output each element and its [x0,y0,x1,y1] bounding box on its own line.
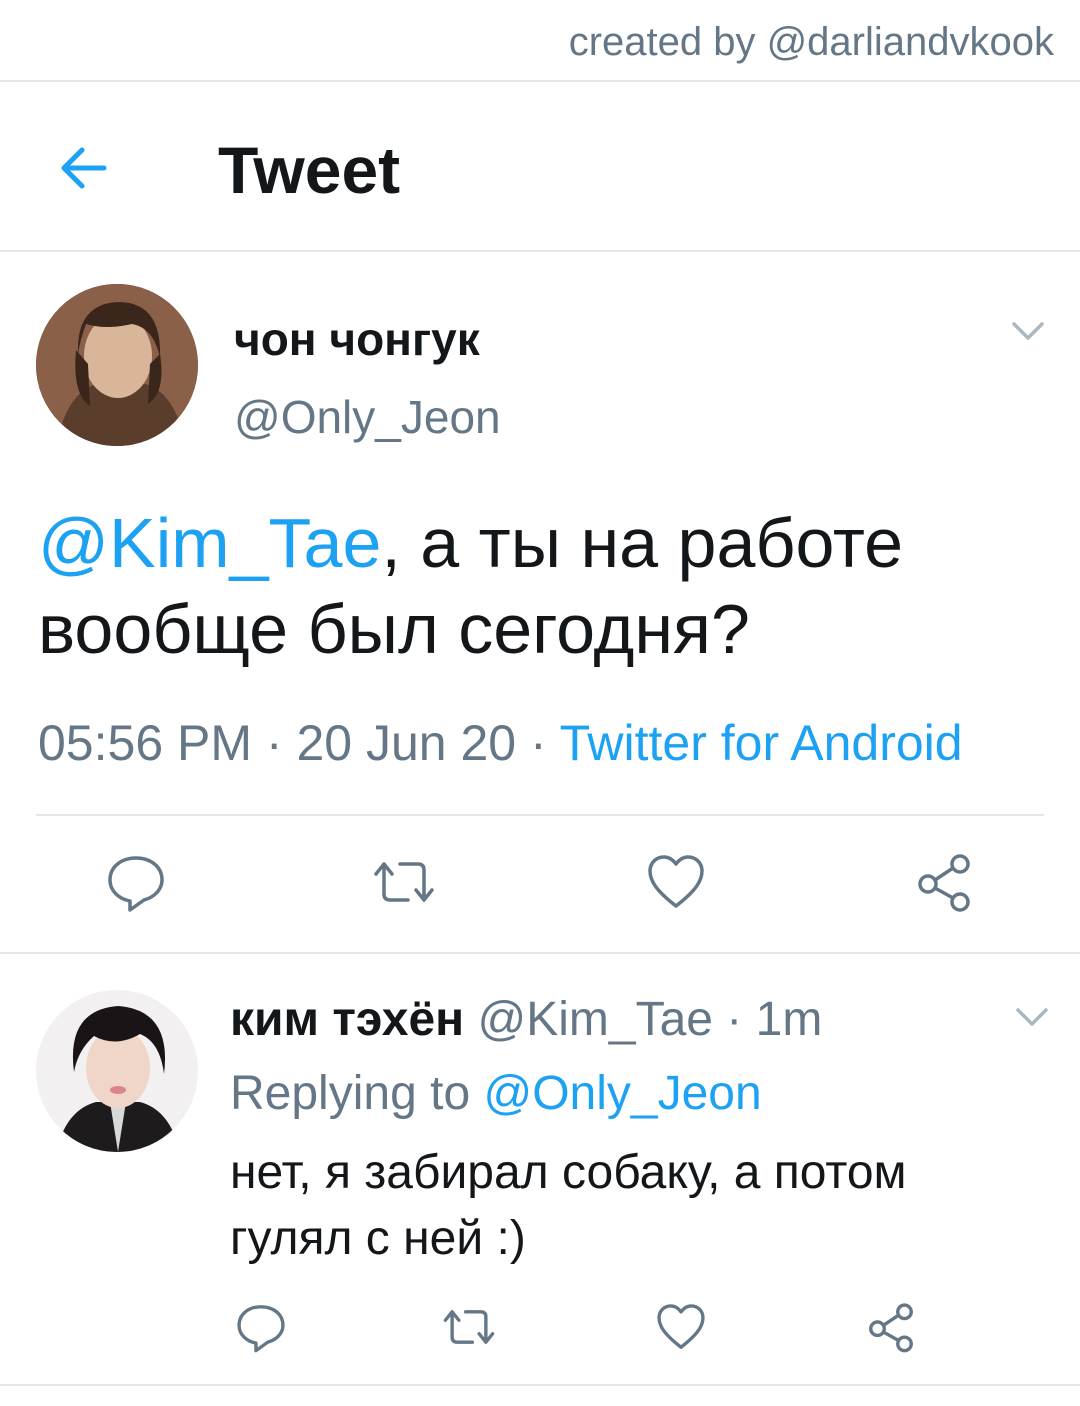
tweet-meta: 05:56 PM · 20 Jun 20 · Twitter for Andro… [38,714,963,772]
reply-time: 1m [755,993,823,1046]
top-app-bar: Tweet [0,82,1080,252]
reply-author-avatar[interactable] [36,990,198,1152]
credit-text: created by @darliandvkook [568,20,1054,64]
author-avatar[interactable] [36,284,198,446]
divider [36,814,1044,816]
reply-header: ким тэхён @Kim_Tae · 1m [230,992,822,1047]
reply-icon[interactable] [104,850,168,914]
tweet-screen: created by @darliandvkook Tweet чон чонг… [0,0,1080,1406]
author-name[interactable]: чон чонгук [234,312,480,366]
replying-to-mention[interactable]: @Only_Jeon [483,1067,761,1120]
meta-separator: · [712,993,756,1046]
meta-separator: · [516,715,560,771]
reply-icon[interactable] [234,1300,288,1354]
tweet-time: 05:56 PM [38,715,253,771]
reply-author-handle[interactable]: @Kim_Tae [477,993,712,1046]
meta-separator: · [252,715,297,771]
tweet-actions [0,850,1080,920]
share-icon[interactable] [912,850,976,914]
page-title: Tweet [218,133,401,207]
divider [0,1384,1080,1386]
mention-link[interactable]: @Kim_Tae [38,504,381,582]
retweet-icon[interactable] [372,850,436,914]
tweet-source-link[interactable]: Twitter for Android [560,715,963,771]
reply-actions [0,1300,1080,1360]
retweet-icon[interactable] [442,1300,496,1354]
credit-bar: created by @darliandvkook [0,0,1080,82]
arrow-left-icon[interactable] [56,140,112,196]
reply-author-name[interactable]: ким тэхён [230,993,464,1046]
replying-to-label: Replying to [230,1067,484,1120]
heart-icon[interactable] [654,1300,708,1354]
chevron-down-icon[interactable] [1012,996,1052,1036]
chevron-down-icon[interactable] [1006,308,1050,352]
tweet-text: @Kim_Tae, а ты на работе вообще был сего… [38,500,1048,672]
heart-icon[interactable] [644,850,708,914]
share-icon[interactable] [864,1300,918,1354]
divider [0,952,1080,954]
author-handle[interactable]: @Only_Jeon [234,390,501,444]
tweet-date: 20 Jun 20 [296,715,517,771]
replying-to: Replying to @Only_Jeon [230,1066,762,1121]
reply-text: нет, я забирал собаку, а потом гулял с н… [230,1146,907,1265]
